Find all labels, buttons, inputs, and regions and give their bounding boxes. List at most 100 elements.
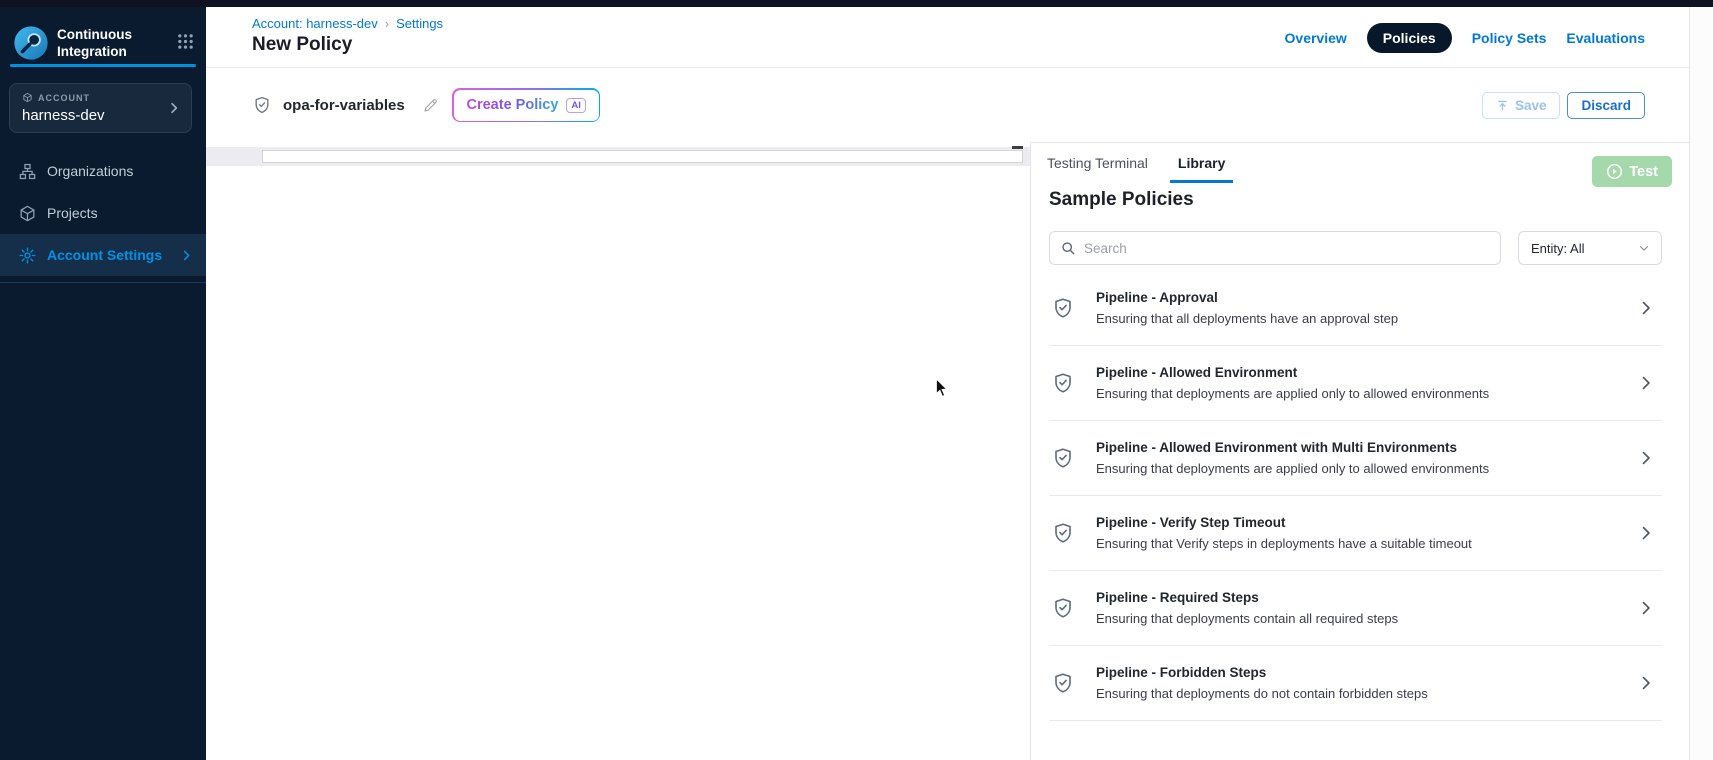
policy-toolbar: opa-for-variables Create Policy AI Save … [206,68,1689,142]
search-box [1049,231,1501,265]
shield-check-icon [252,95,272,115]
page-title: New Policy [252,34,352,56]
policy-description: Ensuring that deployments do not contain… [1096,686,1636,701]
library-controls: Entity: All [1049,231,1662,265]
discard-button[interactable]: Discard [1567,92,1645,119]
shield-check-icon [1051,446,1075,470]
library-panel: Testing Terminal Library Test Sample Pol… [1030,142,1689,760]
editor-cursor-line-box [262,150,1023,163]
policy-list-item[interactable]: Pipeline - Allowed Environment with Mult… [1049,421,1662,496]
policy-title: Pipeline - Allowed Environment with Mult… [1096,440,1636,455]
account-label: ACCOUNT [38,93,90,103]
cube-icon [18,204,37,223]
sidebar-item-label: Organizations [47,163,133,179]
chevron-right-icon [1636,298,1656,318]
breadcrumb-separator: › [385,16,389,31]
sidebar-accent-rule [10,64,196,67]
policy-list-item[interactable]: Pipeline - Verify Step Timeout Ensuring … [1049,496,1662,571]
editor-current-line [206,147,1030,166]
chevron-down-icon [1637,241,1651,255]
chevron-right-icon [1636,373,1656,393]
account-cube-icon [22,92,33,103]
module-grid-icon[interactable] [177,33,194,50]
tab-evaluations[interactable]: Evaluations [1566,30,1645,46]
breadcrumb-settings-link[interactable]: Settings [396,16,443,31]
sidebar-item-organizations[interactable]: Organizations [0,150,206,192]
sample-policies-heading: Sample Policies [1049,189,1194,211]
tab-testing-terminal[interactable]: Testing Terminal [1039,143,1156,183]
sidebar-nav: Organizations Projects Account Settin [0,150,206,283]
policy-text: Pipeline - Allowed Environment with Mult… [1096,440,1636,476]
policy-description: Ensuring that deployments are applied on… [1096,461,1636,476]
policy-text: Pipeline - Required Steps Ensuring that … [1096,590,1636,626]
sidebar-item-label: Account Settings [47,247,162,263]
policy-title: Pipeline - Required Steps [1096,590,1636,605]
policy-description: Ensuring that Verify steps in deployment… [1096,536,1636,551]
policy-description: Ensuring that all deployments have an ap… [1096,311,1636,326]
sidebar-item-account-settings[interactable]: Account Settings [0,234,206,276]
shield-check-icon [1051,521,1075,545]
policy-title: Pipeline - Verify Step Timeout [1096,515,1636,530]
app-root: Continuous Integration ACCOUNT [0,0,1713,760]
create-policy-label: Create Policy [467,97,559,113]
overview-ruler-mark [1012,146,1023,149]
sidebar-header: Continuous Integration [0,21,206,69]
sidebar-item-label: Projects [47,205,98,221]
sidebar: Continuous Integration ACCOUNT [0,7,206,760]
create-policy-button[interactable]: Create Policy AI [452,88,600,122]
chevron-right-icon [166,100,182,116]
policy-list-item[interactable]: Pipeline - Approval Ensuring that all de… [1049,271,1662,346]
search-input[interactable] [1049,231,1501,265]
policy-list-item[interactable]: Pipeline - Required Steps Ensuring that … [1049,571,1662,646]
chevron-right-icon [1636,448,1656,468]
policy-description: Ensuring that deployments are applied on… [1096,386,1636,401]
policy-title: Pipeline - Approval [1096,290,1636,305]
org-chart-icon [18,162,37,181]
policy-code-editor[interactable]: 1 [206,142,1030,760]
breadcrumb: Account: harness-dev › Settings [252,16,443,31]
policy-text: Pipeline - Forbidden Steps Ensuring that… [1096,665,1636,701]
shield-check-icon [1051,371,1075,395]
tab-overview[interactable]: Overview [1285,30,1347,46]
policy-title: Pipeline - Forbidden Steps [1096,665,1636,680]
upload-icon [1496,99,1509,112]
chevron-right-icon [1636,673,1656,693]
policy-nav-tabs: Overview Policies Policy Sets Evaluation… [1285,7,1645,68]
shield-check-icon [1051,296,1075,320]
toolbar-actions: Save Discard [1482,92,1645,119]
account-name: harness-dev [22,107,105,124]
policy-list-item[interactable]: Pipeline - Forbidden Steps Ensuring that… [1049,646,1662,721]
breadcrumb-account-link[interactable]: Account: harness-dev [252,16,378,31]
tab-library[interactable]: Library [1170,143,1233,183]
chevron-right-icon [1636,523,1656,543]
edit-pencil-icon[interactable] [422,96,440,114]
policy-description: Ensuring that deployments contain all re… [1096,611,1636,626]
test-button[interactable]: Test [1592,156,1672,187]
shield-check-icon [1051,596,1075,620]
entity-filter-dropdown[interactable]: Entity: All [1518,231,1662,265]
page-header: Account: harness-dev › Settings New Poli… [206,7,1689,68]
chevron-right-icon [179,248,194,263]
policy-list-item[interactable]: Pipeline - Allowed Environment Ensuring … [1049,346,1662,421]
search-icon [1060,240,1076,256]
policy-name-group: opa-for-variables [252,68,440,142]
save-button[interactable]: Save [1482,92,1561,119]
chevron-right-icon [1636,598,1656,618]
policy-text: Pipeline - Approval Ensuring that all de… [1096,290,1636,326]
shield-check-icon [1051,671,1075,695]
policy-text: Pipeline - Allowed Environment Ensuring … [1096,365,1636,401]
gear-icon [18,246,37,265]
window-top-strip [0,0,1713,7]
tab-policies[interactable]: Policies [1367,23,1452,53]
account-selector[interactable]: ACCOUNT harness-dev [9,83,192,133]
policy-title: Pipeline - Allowed Environment [1096,365,1636,380]
harness-logo[interactable] [13,25,49,61]
policy-list: Pipeline - Approval Ensuring that all de… [1049,271,1662,760]
page-scrollbar-gutter[interactable] [1689,7,1713,760]
sidebar-item-projects[interactable]: Projects [0,192,206,234]
policy-name: opa-for-variables [283,97,405,114]
product-name: Continuous Integration [57,27,132,61]
panel-tabs: Testing Terminal Library [1039,143,1233,183]
tab-policy-sets[interactable]: Policy Sets [1472,30,1547,46]
policy-text: Pipeline - Verify Step Timeout Ensuring … [1096,515,1636,551]
